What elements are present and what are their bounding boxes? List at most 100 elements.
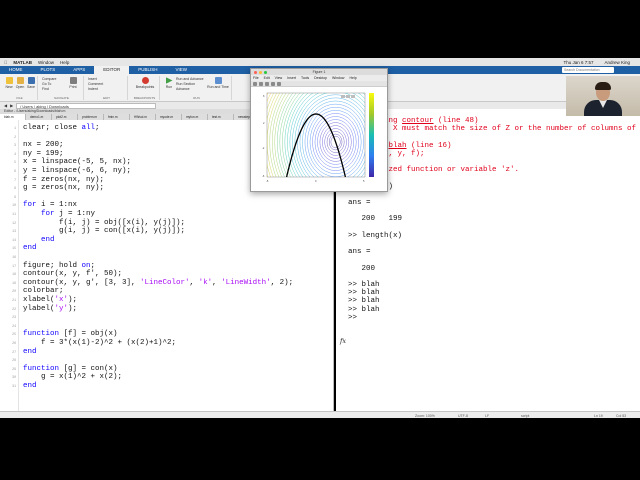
figure-menu-file[interactable]: File [253, 75, 259, 81]
line-number[interactable]: 7 [0, 178, 16, 182]
line-number[interactable]: 15 [0, 246, 16, 250]
figure-menu-insert[interactable]: Insert [287, 75, 296, 81]
line-number[interactable]: 5 [0, 160, 16, 164]
line-number[interactable]: 8 [0, 186, 16, 190]
code-line[interactable]: 16 [0, 253, 333, 262]
new-button[interactable]: New [4, 77, 14, 89]
apple-icon[interactable]:  [4, 60, 7, 65]
line-number[interactable]: 3 [0, 143, 16, 147]
run-and-time-button[interactable]: Run and Time [206, 77, 230, 89]
line-number[interactable]: 30 [0, 375, 16, 379]
line-number[interactable]: 26 [0, 341, 16, 345]
os-menu-help[interactable]: Help [60, 60, 69, 65]
axes-zoom-in-icon[interactable] [341, 95, 345, 98]
tab-apps[interactable]: APPS [64, 66, 94, 74]
code-line[interactable]: 24 [0, 322, 333, 331]
search-documentation-input[interactable]: Search Documentation [562, 67, 614, 73]
advance-button[interactable]: Advance [176, 87, 204, 91]
run-and-advance-button[interactable]: Run and Advance [176, 77, 204, 81]
line-number[interactable]: 29 [0, 367, 16, 371]
breakpoints-button[interactable]: Breakpoints [134, 77, 156, 89]
code-line[interactable]: 9 [0, 193, 333, 202]
line-number[interactable]: 31 [0, 384, 16, 388]
print-figure-icon[interactable] [271, 81, 275, 86]
os-user[interactable]: Andrew King [604, 60, 630, 65]
line-number[interactable]: 14 [0, 238, 16, 242]
forward-icon[interactable]: ▶ [10, 103, 13, 108]
line-number[interactable]: 16 [0, 255, 16, 259]
line-number[interactable]: 10 [0, 203, 16, 207]
code-line[interactable]: 12 f(i, j) = obj([x(i), y(j)]); [0, 219, 333, 228]
run-button[interactable]: Run [164, 77, 174, 89]
code-line[interactable]: 25 function [f] = obj(x) [0, 330, 333, 339]
code-line[interactable]: 14 end [0, 236, 333, 245]
tab-home[interactable]: HOME [0, 66, 32, 74]
code-line[interactable]: 17 figure; hold on; [0, 262, 333, 271]
find-button[interactable]: Find [42, 87, 60, 91]
goto-button[interactable]: Go To [42, 82, 60, 86]
line-number[interactable]: 12 [0, 221, 16, 225]
tab-editor[interactable]: EDITOR [94, 66, 130, 74]
data-cursor-icon[interactable] [277, 81, 281, 86]
figure-menu-tools[interactable]: Tools [301, 75, 309, 81]
figure-titlebar[interactable]: Figure 1 [251, 69, 387, 75]
os-menu-window[interactable]: Window [38, 60, 54, 65]
code-line[interactable]: 30 g = x(1)^2 + x(2); [0, 373, 333, 382]
figure-menu-desktop[interactable]: Desktop [314, 75, 327, 81]
code-line[interactable]: 19 contour(x, y, g', [3, 3], 'LineColor',… [0, 279, 333, 288]
indent-button[interactable]: Indent [88, 87, 106, 91]
open-button[interactable]: Open [15, 77, 25, 89]
line-number[interactable]: 24 [0, 324, 16, 328]
back-icon[interactable]: ◀ [4, 103, 7, 108]
os-menu-app[interactable]: MATLAB [13, 60, 32, 65]
code-line[interactable]: 18 contour(x, y, f', 50); [0, 270, 333, 279]
error-link[interactable]: blah [389, 142, 407, 150]
line-number[interactable]: 20 [0, 289, 16, 293]
axes-home-icon[interactable] [351, 95, 355, 98]
line-number[interactable]: 11 [0, 212, 16, 216]
figure-menu-window[interactable]: Window [332, 75, 344, 81]
minimize-window-icon[interactable] [259, 70, 262, 74]
comment-button[interactable]: Comment [88, 82, 106, 86]
compare-button[interactable]: Compare [42, 77, 60, 81]
code-line[interactable]: 11 for j = 1:ny [0, 210, 333, 219]
figure-menu-edit[interactable]: Edit [264, 75, 270, 81]
code-line[interactable]: 10 for i = 1:nx [0, 201, 333, 210]
line-number[interactable]: 17 [0, 264, 16, 268]
code-line[interactable]: 28 [0, 356, 333, 365]
current-folder-path[interactable]: / Users / aking / Downloads [16, 102, 157, 109]
colorbar[interactable] [369, 93, 374, 177]
save-button[interactable]: Save [26, 77, 36, 89]
open-figure-icon[interactable] [259, 81, 263, 86]
axes-zoom-out-icon[interactable] [346, 95, 350, 98]
tab-view[interactable]: VIEW [166, 66, 196, 74]
fx-prompt-icon[interactable]: fx [340, 337, 346, 345]
error-link[interactable]: contour [402, 117, 434, 125]
print-button[interactable]: Print [64, 77, 82, 89]
line-number[interactable]: 1 [0, 126, 16, 130]
line-number[interactable]: 18 [0, 272, 16, 276]
code-line[interactable]: 27 end [0, 348, 333, 357]
line-number[interactable]: 28 [0, 358, 16, 362]
code-line[interactable]: 31 end [0, 382, 333, 391]
insert-button[interactable]: Insert [88, 77, 106, 81]
code-line[interactable]: 20 colorbar; [0, 287, 333, 296]
code-line[interactable]: 23 [0, 313, 333, 322]
line-number[interactable]: 9 [0, 195, 16, 199]
save-figure-icon[interactable] [265, 81, 269, 86]
line-number[interactable]: 27 [0, 350, 16, 354]
figure-canvas[interactable]: 6 2 -2 -6 -5 0 5 [251, 87, 387, 191]
code-line[interactable]: 13 g(i, j) = con([x(i), y(j)]); [0, 227, 333, 236]
close-window-icon[interactable] [254, 70, 257, 74]
line-number[interactable]: 2 [0, 135, 16, 139]
line-number[interactable]: 23 [0, 315, 16, 319]
run-section-button[interactable]: Run Section [176, 82, 204, 86]
figure-window[interactable]: Figure 1 File Edit View Insert Tools Des… [250, 68, 388, 192]
line-number[interactable]: 6 [0, 169, 16, 173]
figure-menu-help[interactable]: Help [349, 75, 356, 81]
code-line[interactable]: 15 end [0, 244, 333, 253]
zoom-window-icon[interactable] [264, 70, 267, 74]
code-line[interactable]: 21 xlabel('x'); [0, 296, 333, 305]
code-line[interactable]: 22 ylabel('y'); [0, 305, 333, 314]
code-line[interactable]: 26 f = 3*(x(1)-2)^2 + (x(2)+1)^2; [0, 339, 333, 348]
